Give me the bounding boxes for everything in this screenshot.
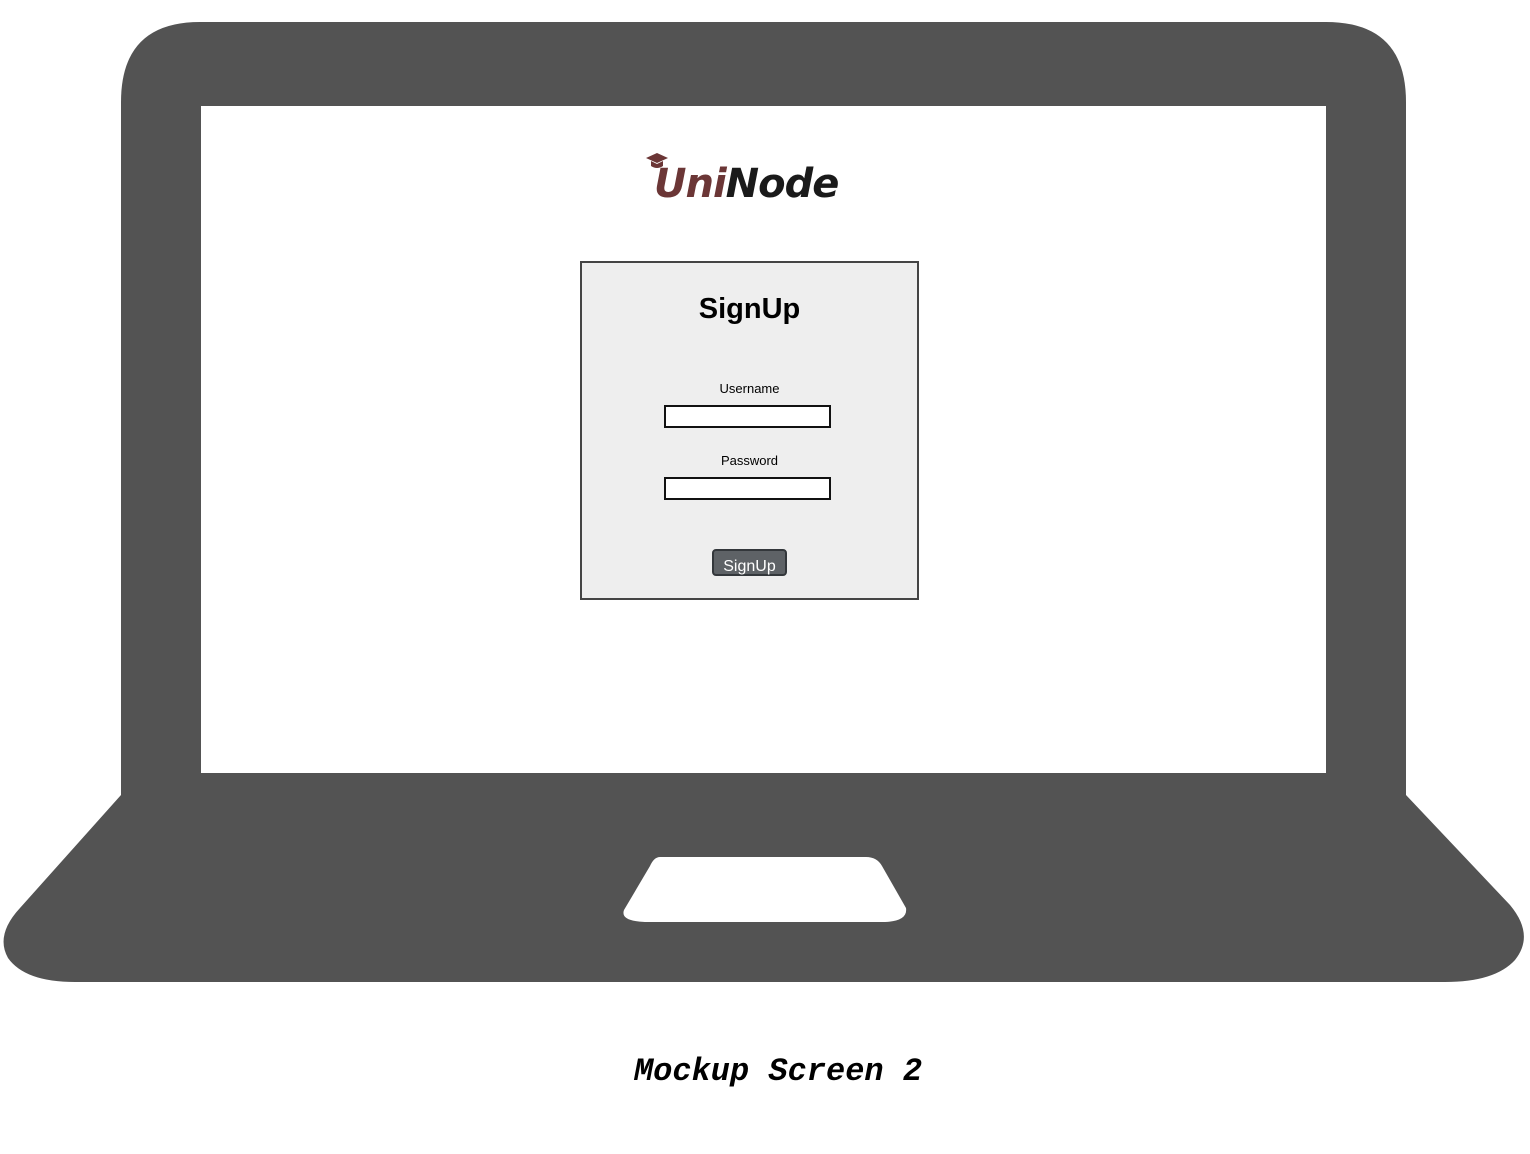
logo-wordmark: UniNode bbox=[654, 160, 840, 208]
password-label: Password bbox=[720, 453, 779, 468]
uninode-logo: UniNode bbox=[642, 152, 852, 208]
touchpad bbox=[623, 857, 907, 922]
mockup-caption: Mockup Screen 2 bbox=[633, 1053, 923, 1090]
mockup-stage: UniNode SignUp Username Password SignUp … bbox=[0, 0, 1530, 1154]
username-input[interactable] bbox=[664, 405, 831, 428]
password-input[interactable] bbox=[664, 477, 831, 500]
signup-title: SignUp bbox=[698, 293, 801, 325]
username-label: Username bbox=[719, 381, 780, 396]
logo-uni-text: Uni bbox=[654, 161, 727, 207]
signup-button[interactable]: SignUp bbox=[712, 549, 787, 576]
signup-panel: SignUp Username Password SignUp bbox=[580, 261, 919, 600]
logo-node-text: Node bbox=[725, 161, 840, 207]
laptop-screen: UniNode SignUp Username Password SignUp bbox=[201, 106, 1326, 773]
